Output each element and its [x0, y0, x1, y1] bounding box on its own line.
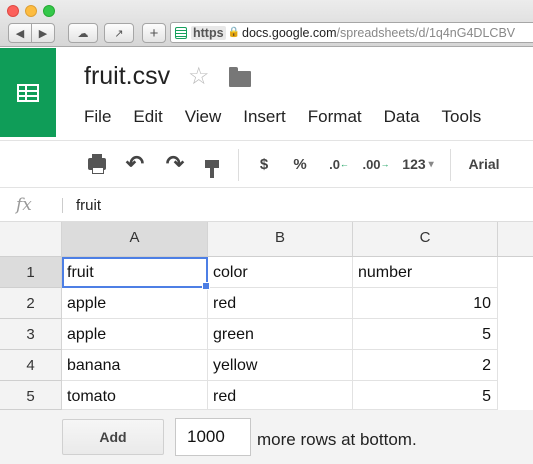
menu-bar: File Edit View Insert Format Data Tools	[84, 107, 503, 127]
sheets-favicon-icon	[175, 26, 187, 39]
sheets-logo[interactable]	[0, 48, 56, 137]
number-format-label: 123	[402, 156, 426, 172]
sheets-icon	[17, 83, 39, 102]
increase-decimals-label: .00	[362, 156, 381, 172]
redo-button[interactable]: ↷	[160, 141, 190, 187]
cell-b1[interactable]: color	[208, 257, 353, 288]
row-header-5[interactable]: 5	[0, 381, 62, 410]
cell-c5[interactable]: 5	[353, 381, 498, 410]
cell-b3[interactable]: green	[208, 319, 353, 350]
cloud-tabs-button[interactable]: ☁	[68, 23, 98, 43]
editor-toolbar: ↶ ↷ $ % .0 ← .00 → 123 ▾ Arial	[0, 140, 533, 188]
percent-format-button[interactable]: %	[288, 141, 312, 187]
minimize-window-button[interactable]	[25, 5, 37, 17]
forward-button[interactable]: ▶	[31, 23, 55, 43]
print-button[interactable]	[86, 141, 108, 187]
formula-divider	[62, 198, 63, 213]
close-window-button[interactable]	[7, 5, 19, 17]
cloud-icon: ☁	[77, 27, 89, 40]
menu-tools[interactable]: Tools	[442, 107, 482, 127]
add-rows-footer: Add more rows at bottom.	[0, 410, 533, 464]
document-title[interactable]: fruit.csv	[84, 62, 170, 91]
cell-a3[interactable]: apple	[62, 319, 208, 350]
redo-icon: ↷	[165, 151, 185, 176]
share-button[interactable]: ↗	[104, 23, 134, 43]
paint-roller-icon	[205, 160, 219, 178]
browser-toolbar: ◀ ▶ ☁ ↗ + https 🔒 docs.google.com/spread…	[0, 0, 533, 47]
cell-b4[interactable]: yellow	[208, 350, 353, 381]
increase-decimals-button[interactable]: .00 →	[361, 141, 391, 187]
menu-data[interactable]: Data	[384, 107, 420, 127]
number-format-dropdown[interactable]: 123 ▾	[396, 141, 440, 187]
maximize-window-button[interactable]	[43, 5, 55, 17]
plus-icon: +	[149, 24, 159, 42]
forward-arrow-icon: ▶	[38, 27, 48, 40]
column-header-extra	[498, 222, 533, 257]
cell-a4[interactable]: banana	[62, 350, 208, 381]
cell-a5[interactable]: tomato	[62, 381, 208, 410]
cell-b2[interactable]: red	[208, 288, 353, 319]
menu-edit[interactable]: Edit	[133, 107, 162, 127]
column-header-c[interactable]: C	[353, 222, 498, 257]
paint-format-button[interactable]	[200, 141, 224, 187]
menu-file[interactable]: File	[84, 107, 111, 127]
url-host: docs.google.com	[242, 25, 337, 40]
arrow-right-icon: →	[380, 159, 390, 169]
font-family-dropdown[interactable]: Arial	[464, 141, 504, 187]
formula-input[interactable]: fruit	[76, 197, 101, 214]
cell-c2[interactable]: 10	[353, 288, 498, 319]
row-header-1[interactable]: 1	[0, 257, 62, 288]
row-header-4[interactable]: 4	[0, 350, 62, 381]
url-scheme: https	[191, 25, 226, 40]
lock-icon: 🔒	[227, 27, 241, 38]
undo-button[interactable]: ↶	[120, 141, 150, 187]
row-header-3[interactable]: 3	[0, 319, 62, 350]
cell-c3[interactable]: 5	[353, 319, 498, 350]
undo-icon: ↶	[125, 151, 145, 176]
decrease-decimals-label: .0	[329, 156, 340, 172]
row-header-2[interactable]: 2	[0, 288, 62, 319]
back-arrow-icon: ◀	[15, 27, 25, 40]
select-all-corner[interactable]	[0, 222, 62, 257]
toolbar-divider	[238, 149, 239, 181]
formula-bar: fx fruit	[0, 189, 533, 222]
fx-icon: fx	[16, 195, 32, 215]
add-rows-suffix: more rows at bottom.	[257, 430, 417, 449]
rows-count-input[interactable]	[175, 418, 251, 456]
cell-a1[interactable]: fruit	[62, 257, 208, 288]
decrease-decimals-button[interactable]: .0 ←	[325, 141, 353, 187]
address-bar[interactable]: https 🔒 docs.google.com/spreadsheets/d/1…	[170, 22, 533, 43]
fill-handle[interactable]	[202, 282, 210, 290]
column-header-b[interactable]: B	[208, 222, 353, 257]
menu-insert[interactable]: Insert	[243, 107, 286, 127]
new-tab-button[interactable]: +	[142, 23, 166, 43]
star-icon[interactable]: ☆	[188, 62, 210, 91]
folder-icon[interactable]	[229, 67, 251, 87]
url-path: /spreadsheets/d/1q4nG4DLCBV	[336, 25, 516, 40]
toolbar-divider	[450, 149, 451, 181]
currency-format-button[interactable]: $	[254, 141, 274, 187]
back-button[interactable]: ◀	[8, 23, 32, 43]
menu-format[interactable]: Format	[308, 107, 362, 127]
arrow-left-icon: ←	[339, 159, 349, 169]
column-header-a[interactable]: A	[62, 222, 208, 257]
cell-a2[interactable]: apple	[62, 288, 208, 319]
share-icon: ↗	[114, 27, 124, 40]
cell-b5[interactable]: red	[208, 381, 353, 410]
chevron-down-icon: ▾	[428, 158, 434, 170]
cell-c4[interactable]: 2	[353, 350, 498, 381]
cell-c1[interactable]: number	[353, 257, 498, 288]
menu-view[interactable]: View	[185, 107, 222, 127]
print-icon	[88, 154, 106, 174]
add-rows-button[interactable]: Add	[62, 419, 164, 455]
